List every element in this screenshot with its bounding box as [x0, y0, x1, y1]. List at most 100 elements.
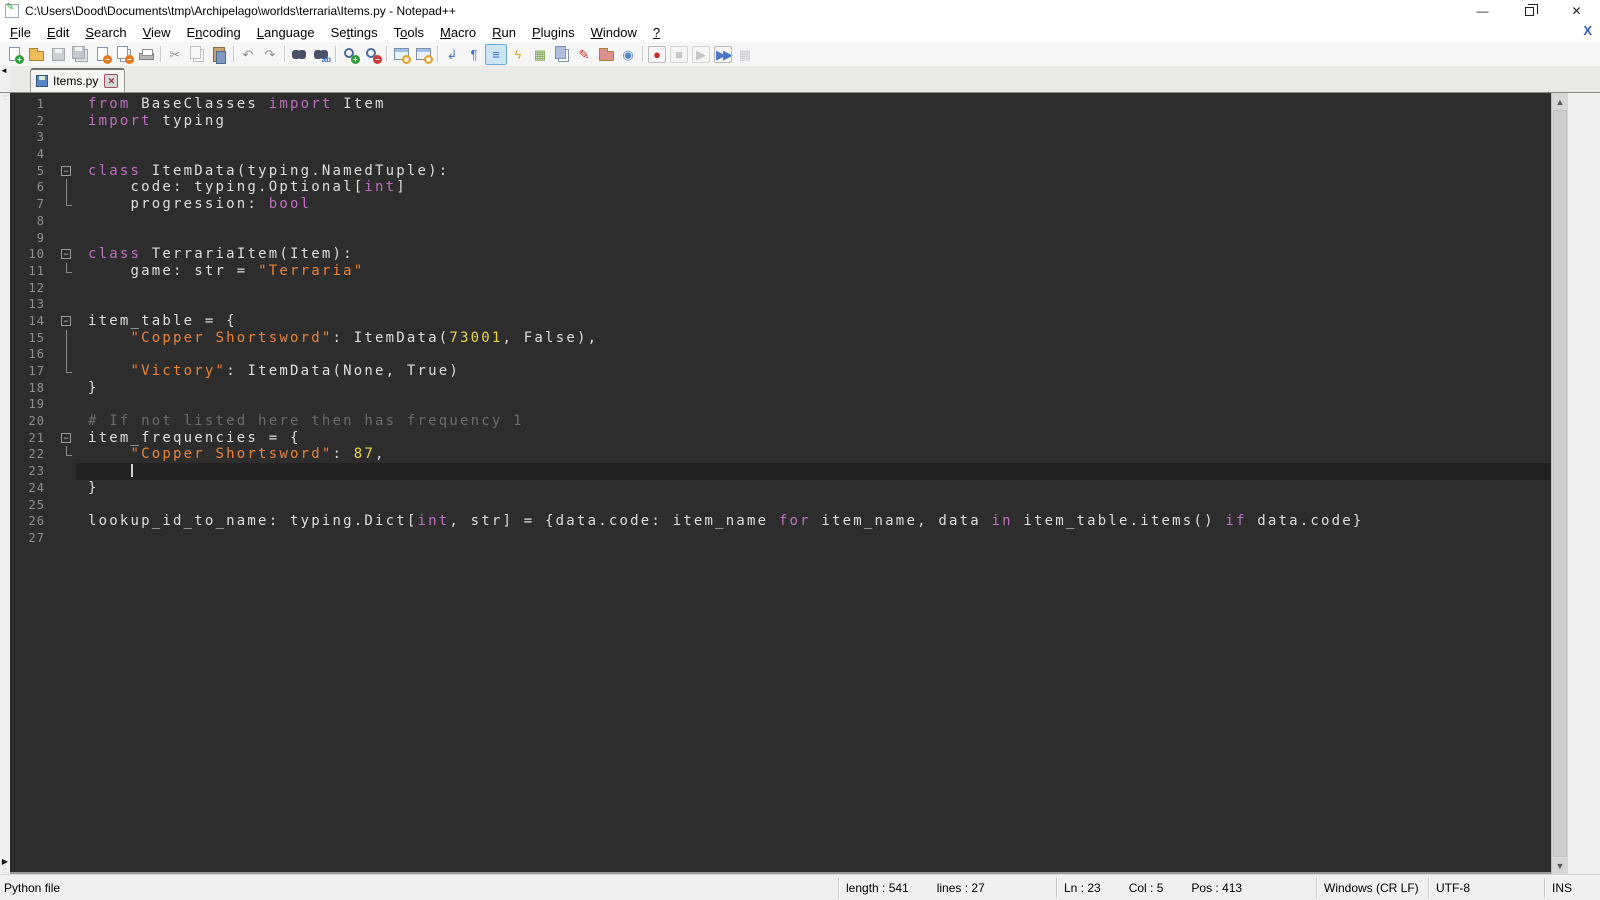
show-indent-guide-icon[interactable]: ≡: [485, 44, 507, 65]
macro-record-icon[interactable]: ●: [646, 44, 668, 65]
status-encoding[interactable]: UTF-8: [1428, 878, 1544, 898]
menu-help[interactable]: ?: [645, 24, 668, 41]
document-switcher-icon[interactable]: [551, 44, 573, 65]
copy-icon[interactable]: [186, 44, 208, 65]
fold-margin: [58, 296, 76, 313]
macro-save-icon[interactable]: ▦: [734, 44, 756, 65]
menu-encoding[interactable]: Encoding: [179, 24, 249, 41]
scrollbar-thumb[interactable]: [1553, 110, 1567, 857]
paste-icon[interactable]: [208, 44, 230, 65]
line-number: 11: [10, 263, 58, 280]
toolbar-separator: [642, 46, 643, 62]
toolbar-separator: [160, 46, 161, 62]
restore-button[interactable]: [1506, 0, 1553, 22]
status-eol-format[interactable]: Windows (CR LF): [1316, 878, 1428, 898]
close-button[interactable]: ✕: [1553, 0, 1600, 22]
close-all-icon[interactable]: –: [113, 44, 135, 65]
fold-margin: [58, 413, 76, 430]
document-map-icon[interactable]: ▦: [529, 44, 551, 65]
open-file-icon[interactable]: [25, 44, 47, 65]
fold-margin: [58, 129, 76, 146]
fold-collapse-icon[interactable]: −: [61, 433, 71, 443]
menu-tools[interactable]: Tools: [386, 24, 432, 41]
zoom-in-icon[interactable]: +: [339, 44, 361, 65]
new-file-icon[interactable]: +: [3, 44, 25, 65]
code-line-17: 17 "Victory": ItemData(None, True): [10, 363, 1551, 380]
tab-saved-icon: [36, 75, 48, 87]
code-text: "Copper Shortsword": 87,: [76, 446, 1551, 463]
zoom-out-icon[interactable]: –: [361, 44, 383, 65]
fold-collapse-icon[interactable]: −: [61, 166, 71, 176]
fold-margin: [58, 363, 76, 380]
code-text: "Victory": ItemData(None, True): [76, 363, 1551, 380]
code-text: [76, 296, 1551, 313]
menu-edit[interactable]: Edit: [39, 24, 77, 41]
save-icon[interactable]: [47, 44, 69, 65]
macro-play-icon[interactable]: ▶: [690, 44, 712, 65]
redo-icon[interactable]: ↷: [259, 44, 281, 65]
fold-margin: −: [58, 163, 76, 180]
minimize-button[interactable]: —: [1459, 0, 1506, 22]
cut-icon[interactable]: ✂: [164, 44, 186, 65]
function-signature-icon[interactable]: ✎: [573, 44, 595, 65]
code-line-15: 15 "Copper Shortsword": ItemData(73001, …: [10, 330, 1551, 347]
print-icon[interactable]: [135, 44, 157, 65]
code-line-19: 19: [10, 396, 1551, 413]
sync-vertical-icon[interactable]: ■: [390, 44, 412, 65]
scroll-down-icon[interactable]: ▼: [1552, 857, 1568, 874]
code-text: lookup_id_to_name: typing.Dict[int, str]…: [76, 513, 1551, 530]
status-col: Col : 5: [1129, 881, 1164, 895]
close-document-button[interactable]: X: [1583, 23, 1592, 38]
status-pos: Pos : 413: [1191, 881, 1242, 895]
close-icon[interactable]: –: [91, 44, 113, 65]
fold-collapse-icon[interactable]: −: [61, 316, 71, 326]
line-number: 24: [10, 480, 58, 497]
menu-view[interactable]: View: [135, 24, 179, 41]
fold-margin: [58, 480, 76, 497]
undo-icon[interactable]: ↶: [237, 44, 259, 65]
line-number: 12: [10, 280, 58, 297]
vertical-scrollbar[interactable]: ▲ ▼: [1551, 93, 1568, 874]
code-line-16: 16: [10, 346, 1551, 363]
macro-stop-icon[interactable]: ■: [668, 44, 690, 65]
line-number: 8: [10, 213, 58, 230]
menu-macro[interactable]: Macro: [432, 24, 484, 41]
menu-plugins[interactable]: Plugins: [524, 24, 583, 41]
code-editor[interactable]: 1from BaseClasses import Item2import typ…: [10, 93, 1551, 874]
fold-margin: −: [58, 313, 76, 330]
function-list-icon[interactable]: ϟ: [507, 44, 529, 65]
sync-horizontal-icon[interactable]: ■: [412, 44, 434, 65]
scroll-up-icon[interactable]: ▲: [1552, 93, 1568, 110]
code-line-4: 4: [10, 146, 1551, 163]
fold-margin: [58, 146, 76, 163]
line-number: 9: [10, 230, 58, 247]
menu-file[interactable]: File: [2, 24, 39, 41]
menu-settings[interactable]: Settings: [323, 24, 386, 41]
status-insert-mode[interactable]: INS: [1544, 878, 1600, 898]
code-line-21: 21−item_frequencies = {: [10, 430, 1551, 447]
code-line-20: 20# If not listed here then has frequenc…: [10, 413, 1551, 430]
tab-items-py[interactable]: Items.py ✕: [30, 68, 125, 92]
folder-as-workspace-icon[interactable]: [595, 44, 617, 65]
tab-close-icon[interactable]: ✕: [104, 74, 118, 88]
fold-collapse-icon[interactable]: −: [61, 249, 71, 259]
toolbar-separator: [335, 46, 336, 62]
line-number: 23: [10, 463, 58, 480]
replace-icon[interactable]: ab: [310, 44, 332, 65]
menu-run[interactable]: Run: [484, 24, 524, 41]
menu-search[interactable]: Search: [77, 24, 134, 41]
save-all-icon[interactable]: [69, 44, 91, 65]
code-line-24: 24}: [10, 480, 1551, 497]
word-wrap-icon[interactable]: ↲: [441, 44, 463, 65]
monitoring-icon[interactable]: ◉: [617, 44, 639, 65]
dock-grip-top: ◄​: [0, 66, 10, 92]
fold-margin: [58, 497, 76, 514]
code-line-5: 5−class ItemData(typing.NamedTuple):: [10, 163, 1551, 180]
menu-window[interactable]: Window: [583, 24, 645, 41]
fold-margin: [58, 179, 76, 196]
find-icon[interactable]: [288, 44, 310, 65]
show-all-characters-icon[interactable]: ¶: [463, 44, 485, 65]
macro-run-multiple-icon[interactable]: ▶▶: [712, 44, 734, 65]
dock-strip-left: :::: ▶ ::::: [0, 93, 10, 874]
menu-language[interactable]: Language: [249, 24, 323, 41]
